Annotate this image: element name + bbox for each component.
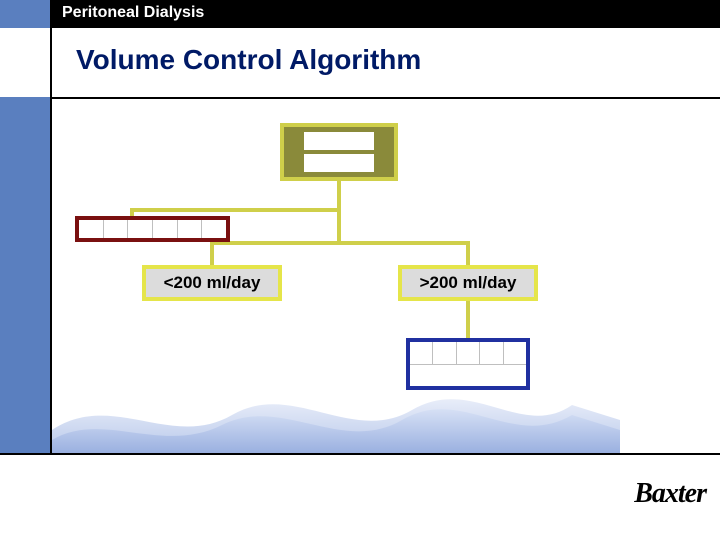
flow-branch-right: >200 ml/day [398, 265, 538, 301]
brand-logo: Baxter [634, 478, 706, 510]
header-topic: Peritoneal Dialysis [62, 4, 204, 22]
header-accent-block [0, 0, 50, 28]
connector [337, 208, 341, 243]
page-title: Volume Control Algorithm [76, 44, 421, 76]
connector [210, 241, 470, 245]
connector [130, 208, 341, 212]
divider-bottom [0, 453, 720, 455]
flow-node-start-row2 [304, 154, 374, 172]
left-accent-bar [0, 97, 50, 453]
flow-node-start [280, 123, 398, 181]
connector [466, 300, 470, 340]
connector [466, 241, 470, 267]
flow-branch-left-label: <200 ml/day [164, 273, 261, 293]
connector [337, 180, 341, 210]
header-bar: Peritoneal Dialysis [0, 0, 720, 28]
connector [210, 241, 214, 267]
divider-vertical-right-top [623, 0, 625, 28]
flow-branch-left: <200 ml/day [142, 265, 282, 301]
divider-title [50, 97, 720, 99]
flow-branch-right-label: >200 ml/day [420, 273, 517, 293]
flow-node-end [406, 338, 530, 390]
flow-node-start-row1 [304, 132, 374, 150]
flowchart: <200 ml/day >200 ml/day [90, 120, 600, 430]
flow-node-intermediate [75, 216, 230, 242]
